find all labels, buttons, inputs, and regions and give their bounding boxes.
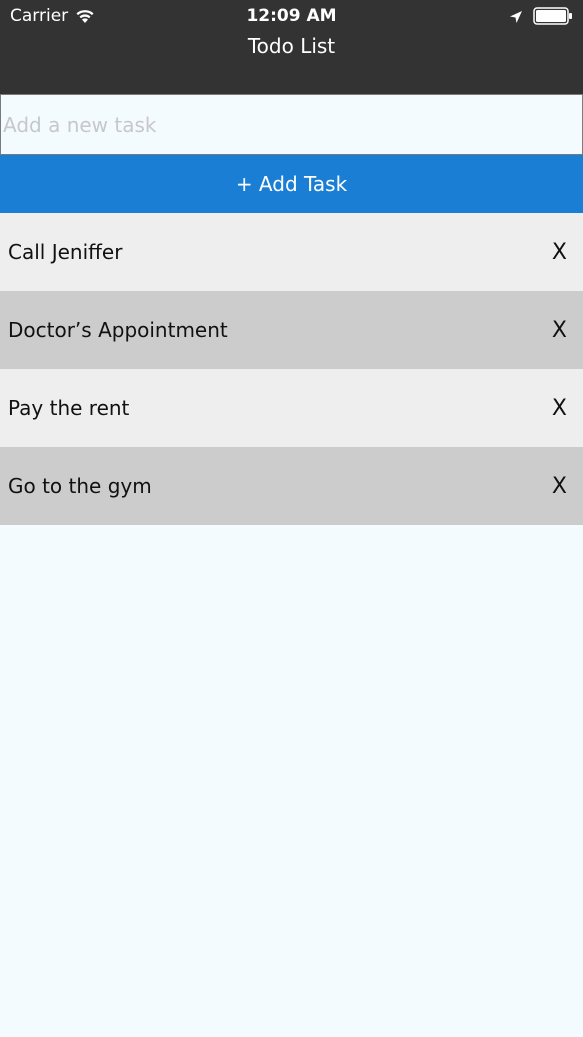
- location-icon: [509, 9, 523, 23]
- task-row: Go to the gym X: [0, 447, 583, 525]
- delete-task-button[interactable]: X: [552, 240, 567, 265]
- status-right-group: [509, 7, 573, 25]
- task-text: Go to the gym: [8, 474, 152, 498]
- task-text: Call Jeniffer: [8, 240, 123, 264]
- new-task-input[interactable]: [0, 94, 583, 155]
- task-row: Doctor’s Appointment X: [0, 291, 583, 369]
- status-bar: Carrier 12:09 AM: [0, 0, 583, 32]
- status-time: 12:09 AM: [246, 6, 337, 26]
- add-task-button[interactable]: + Add Task: [0, 155, 583, 213]
- task-list: Call Jeniffer X Doctor’s Appointment X P…: [0, 213, 583, 525]
- delete-task-button[interactable]: X: [552, 396, 567, 421]
- page-title: Todo List: [247, 34, 336, 58]
- task-row: Pay the rent X: [0, 369, 583, 447]
- screen: Carrier 12:09 AM Todo List Add a new tas…: [0, 0, 583, 1037]
- delete-task-button[interactable]: X: [552, 474, 567, 499]
- task-text: Doctor’s Appointment: [8, 318, 228, 342]
- task-row: Call Jeniffer X: [0, 213, 583, 291]
- delete-task-button[interactable]: X: [552, 318, 567, 343]
- header: Carrier 12:09 AM Todo List: [0, 0, 583, 94]
- task-text: Pay the rent: [8, 396, 130, 420]
- battery-icon: [533, 7, 573, 25]
